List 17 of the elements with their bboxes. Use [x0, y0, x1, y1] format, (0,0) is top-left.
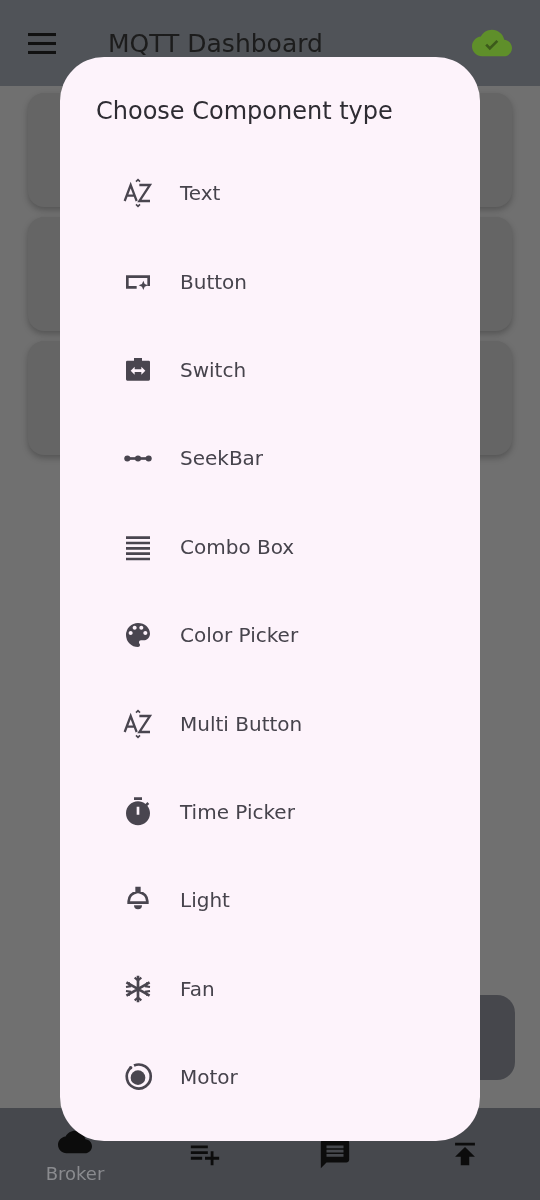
option-item[interactable]: Color Picker [180, 623, 299, 648]
option-item[interactable]: Combo Box [180, 534, 295, 559]
dialog-title: Choose Component type [96, 97, 394, 125]
option-item[interactable]: Button [180, 269, 247, 294]
slider-icon [124, 454, 152, 462]
option-item[interactable]: Motor [180, 1065, 238, 1090]
app-title: MQTT Dashboard [108, 28, 324, 58]
option-item[interactable]: Multi Button [180, 711, 303, 736]
option-item[interactable]: Fan [180, 976, 215, 1001]
option-item[interactable]: Light [180, 888, 230, 913]
letters-icon [122, 177, 154, 210]
option-item[interactable]: Time Picker [180, 799, 295, 824]
option-item[interactable]: Switch [180, 357, 247, 382]
menu-icon[interactable] [28, 32, 56, 54]
letters-icon [122, 707, 154, 740]
option-item[interactable]: Text [180, 181, 221, 206]
option-item[interactable]: SeekBar [180, 446, 264, 471]
